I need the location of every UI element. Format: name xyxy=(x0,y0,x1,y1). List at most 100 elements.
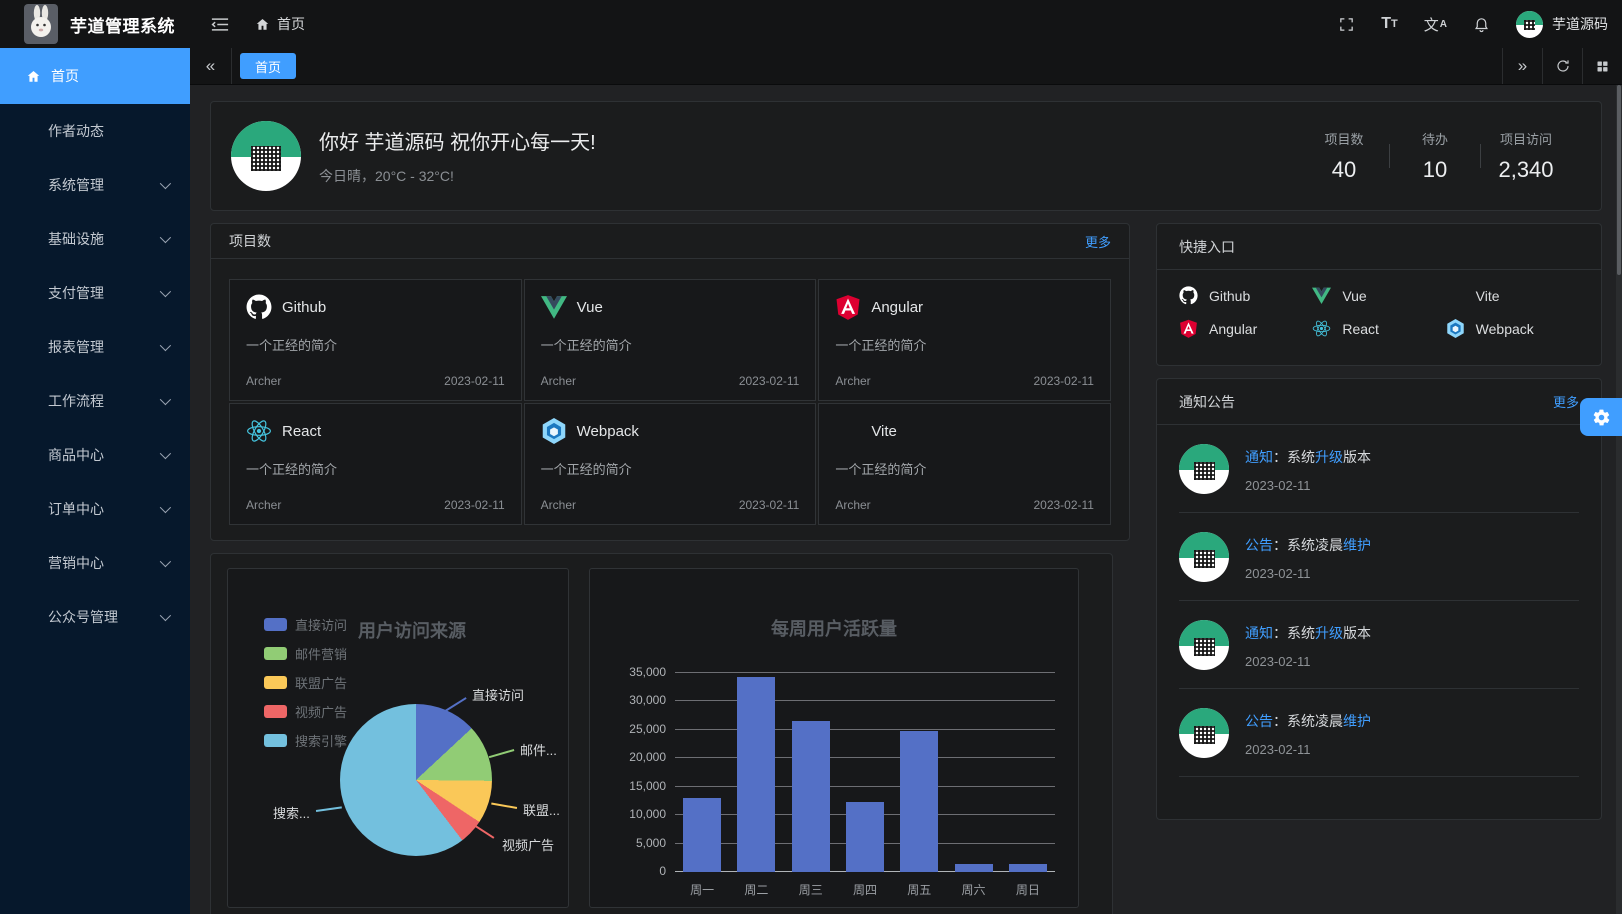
font-size-big: T xyxy=(1381,15,1391,33)
shortcut-label: Webpack xyxy=(1476,321,1534,337)
project-desc: 一个正经的简介 xyxy=(835,459,1094,478)
project-card-webpack[interactable]: Webpack 一个正经的简介 Archer2023-02-11 xyxy=(524,403,817,525)
stat-value: 40 xyxy=(1315,157,1373,183)
notice-highlight: 升级 xyxy=(1315,625,1343,641)
legend-item[interactable]: 联盟广告 xyxy=(264,673,347,692)
fullscreen-icon[interactable] xyxy=(1338,16,1355,33)
sidebar-item-infra[interactable]: 基础设施 xyxy=(0,212,190,266)
projects-grid: Github 一个正经的简介 Archer2023-02-11 Vue 一个正经… xyxy=(211,259,1129,541)
legend-label: 联盟广告 xyxy=(295,673,347,692)
sidebar-item-workflow[interactable]: 工作流程 xyxy=(0,374,190,428)
webpack-icon xyxy=(1446,319,1465,338)
bar xyxy=(846,802,884,872)
notice-date: 2023-02-11 xyxy=(1245,566,1371,581)
notice-date: 2023-02-11 xyxy=(1245,742,1371,757)
font-size-icon[interactable]: TT xyxy=(1381,15,1398,33)
bell-icon[interactable] xyxy=(1473,16,1490,33)
notice-tag: 通知 xyxy=(1245,625,1273,641)
y-tick-label: 35,000 xyxy=(629,665,666,679)
project-date: 2023-02-11 xyxy=(739,374,800,388)
layout-grid-icon[interactable] xyxy=(1582,48,1622,84)
sidebar-item-report[interactable]: 报表管理 xyxy=(0,320,190,374)
legend-item[interactable]: 直接访问 xyxy=(264,615,347,634)
sidebar-item-label: 首页 xyxy=(51,66,79,86)
settings-button[interactable] xyxy=(1580,398,1622,436)
sidebar-item-product[interactable]: 商品中心 xyxy=(0,428,190,482)
angular-icon xyxy=(1179,319,1198,338)
welcome-card: 你好 芋道源码 祝你开心每一天! 今日晴，20°C - 32°C! 项目数 40… xyxy=(210,101,1602,211)
refresh-icon[interactable] xyxy=(1542,48,1582,84)
scrollbar[interactable] xyxy=(1616,85,1622,914)
x-tick-label: 周二 xyxy=(737,881,775,898)
sidebar-item-author[interactable]: 作者动态 xyxy=(0,104,190,158)
github-icon xyxy=(1179,286,1198,305)
stat-value: 10 xyxy=(1406,157,1464,183)
bar xyxy=(683,798,721,872)
notice-avatar xyxy=(1179,532,1229,582)
legend-item[interactable]: 视频广告 xyxy=(264,702,347,721)
shortcut-webpack[interactable]: Webpack xyxy=(1446,319,1579,338)
pie-chart-card: 用户访问来源 直接访问 邮件营销 联盟广告 视频广告 搜索引擎 直接访问 邮件.… xyxy=(227,568,569,908)
bar xyxy=(955,864,993,872)
sidebar-item-marketing[interactable]: 营销中心 xyxy=(0,536,190,590)
shortcut-vue[interactable]: Vue xyxy=(1312,286,1445,305)
chevron-down-icon xyxy=(160,448,171,459)
project-card-vue[interactable]: Vue 一个正经的简介 Archer2023-02-11 xyxy=(524,279,817,401)
chevron-down-icon xyxy=(160,286,171,297)
shortcut-label: React xyxy=(1342,321,1379,337)
menu-fold-icon[interactable] xyxy=(211,17,229,32)
x-tick-label: 周四 xyxy=(846,881,884,898)
stat-value: 2,340 xyxy=(1497,157,1555,183)
y-tick-label: 25,000 xyxy=(629,722,666,736)
main-content: 你好 芋道源码 祝你开心每一天! 今日晴，20°C - 32°C! 项目数 40… xyxy=(190,85,1622,914)
notice-item[interactable]: 公告：系统凌晨维护 2023-02-11 xyxy=(1179,689,1579,777)
project-card-github[interactable]: Github 一个正经的简介 Archer2023-02-11 xyxy=(229,279,522,401)
notices-more-link[interactable]: 更多 xyxy=(1553,392,1579,411)
legend-label: 搜索引擎 xyxy=(295,731,347,750)
shortcut-vite[interactable]: Vite xyxy=(1446,286,1579,305)
notice-highlight: 维护 xyxy=(1343,713,1371,729)
shortcut-github[interactable]: Github xyxy=(1179,286,1312,305)
tabs-scroll-right[interactable]: » xyxy=(1502,48,1542,84)
scrollbar-thumb[interactable] xyxy=(1617,85,1621,275)
sidebar-item-wechat[interactable]: 公众号管理 xyxy=(0,590,190,644)
x-tick-label: 周六 xyxy=(955,881,993,898)
notice-text: ：系统凌晨 xyxy=(1273,537,1343,553)
sidebar-item-payment[interactable]: 支付管理 xyxy=(0,266,190,320)
tabs-scroll-left[interactable]: « xyxy=(190,48,232,84)
notice-text: ：系统 xyxy=(1273,625,1315,641)
legend-swatch xyxy=(264,647,287,660)
sidebar-item-label: 支付管理 xyxy=(48,283,104,303)
locale-icon[interactable]: 文A xyxy=(1424,14,1447,35)
notice-item[interactable]: 通知：系统升级版本 2023-02-11 xyxy=(1179,601,1579,689)
sidebar-item-label: 系统管理 xyxy=(48,175,104,195)
notice-item[interactable]: 公告：系统凌晨维护 2023-02-11 xyxy=(1179,513,1579,601)
shortcut-angular[interactable]: Angular xyxy=(1179,319,1312,338)
user-menu[interactable]: 芋道源码 xyxy=(1516,11,1608,38)
legend-item[interactable]: 搜索引擎 xyxy=(264,731,347,750)
legend-item[interactable]: 邮件营销 xyxy=(264,644,347,663)
project-card-angular[interactable]: Angular 一个正经的简介 Archer2023-02-11 xyxy=(818,279,1111,401)
tab-home[interactable]: 首页 xyxy=(240,53,296,79)
username: 芋道源码 xyxy=(1552,14,1608,34)
react-icon xyxy=(1312,319,1331,338)
project-card-react[interactable]: React 一个正经的简介 Archer2023-02-11 xyxy=(229,403,522,525)
sidebar-item-home[interactable]: 首页 xyxy=(0,48,190,104)
home-icon xyxy=(255,17,270,32)
projects-more-link[interactable]: 更多 xyxy=(1085,232,1111,251)
notice-text: ：系统凌晨 xyxy=(1273,713,1343,729)
vue-icon xyxy=(541,294,567,320)
breadcrumb[interactable]: 首页 xyxy=(255,14,305,34)
sidebar-item-order[interactable]: 订单中心 xyxy=(0,482,190,536)
notice-highlight: 升级 xyxy=(1315,449,1343,465)
shortcut-react[interactable]: React xyxy=(1312,319,1445,338)
pie-graphic xyxy=(340,704,492,856)
project-desc: 一个正经的简介 xyxy=(541,459,800,478)
sidebar-item-system[interactable]: 系统管理 xyxy=(0,158,190,212)
stat-label: 项目访问 xyxy=(1497,129,1555,148)
notice-tag: 公告 xyxy=(1245,713,1273,729)
bar-chart-title: 每周用户活跃量 xyxy=(590,615,1078,641)
notice-item[interactable]: 通知：系统升级版本 2023-02-11 xyxy=(1179,425,1579,513)
project-card-vite[interactable]: Vite 一个正经的简介 Archer2023-02-11 xyxy=(818,403,1111,525)
chevron-down-icon xyxy=(160,232,171,243)
